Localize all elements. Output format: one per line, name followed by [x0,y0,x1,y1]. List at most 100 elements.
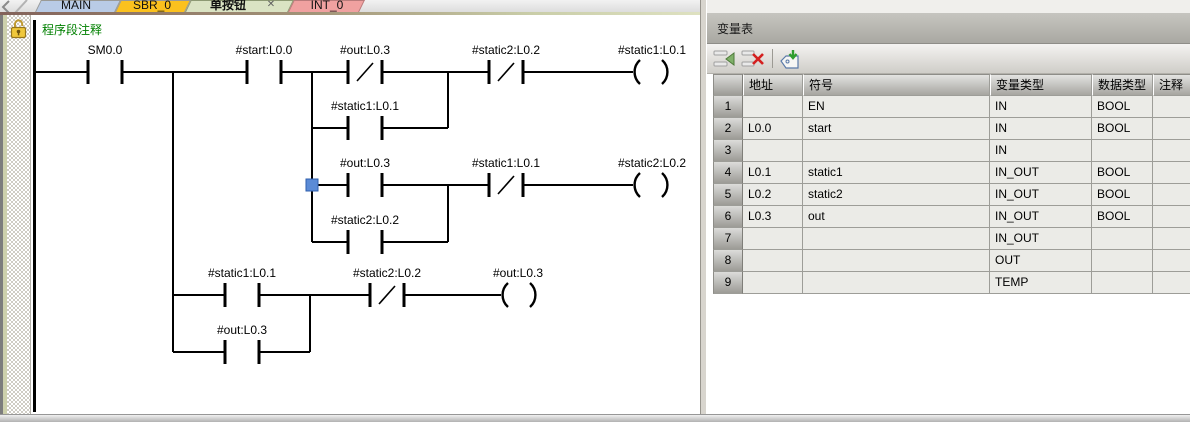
cell-var-type[interactable]: IN_OUT [990,228,1092,250]
coil-static1[interactable]: #static1:L0.1 [618,43,686,84]
cell-comment[interactable] [1153,250,1190,272]
create-tag-icon[interactable] [779,49,803,69]
tab-close-icon[interactable]: ✕ [263,0,279,12]
tab-int0-label[interactable]: INT_0 [297,0,357,12]
cell-comment[interactable] [1153,162,1190,184]
insert-row-icon[interactable] [713,49,737,69]
cell-data-type[interactable] [1092,272,1153,294]
cell-var-type[interactable]: IN_OUT [990,184,1092,206]
cell-data-type[interactable] [1092,250,1153,272]
plc-editor-window: MAIN SBR_0 单按钮 ✕ INT_0 程序段注释 [0,0,1190,422]
nc-contact-out-rung1[interactable]: #out:L0.3 [340,43,390,84]
contact-label: #static2:L0.2 [331,213,399,227]
row-number[interactable]: 5 [713,184,743,206]
contact-static2-branch2[interactable]: #static2:L0.2 [331,213,399,254]
cell-data-type[interactable] [1092,140,1153,162]
contact-out-branch3[interactable]: #out:L0.3 [217,323,267,364]
cell-var-type[interactable]: IN [990,96,1092,118]
tab-main-label[interactable]: MAIN [46,0,106,12]
col-header-data-type[interactable]: 数据类型 [1092,74,1153,96]
coil-label: #static1:L0.1 [618,43,686,57]
cell-data-type[interactable]: BOOL [1092,162,1153,184]
contact-out-rung2[interactable]: #out:L0.3 [340,156,390,197]
contact-static1-rung3[interactable]: #static1:L0.1 [208,266,276,307]
nav-back-icon[interactable] [0,0,30,12]
cell-symbol[interactable]: start [803,118,990,140]
coil-static2[interactable]: #static2:L0.2 [618,156,686,197]
coil-out[interactable]: #out:L0.3 [493,266,543,307]
cell-symbol[interactable]: static1 [803,162,990,184]
cell-address[interactable] [743,96,803,118]
cell-var-type[interactable]: IN_OUT [990,206,1092,228]
cell-symbol[interactable] [803,140,990,162]
table-row: 2 L0.0 start IN BOOL [713,118,1190,140]
cell-var-type[interactable]: IN [990,118,1092,140]
cell-var-type[interactable]: IN [990,140,1092,162]
cell-var-type[interactable]: IN_OUT [990,162,1092,184]
variable-table-toolbar [707,44,1190,74]
cell-data-type[interactable]: BOOL [1092,184,1153,206]
cell-address[interactable]: L0.0 [743,118,803,140]
cell-address[interactable] [743,228,803,250]
cell-symbol[interactable]: EN [803,96,990,118]
cell-address[interactable]: L0.1 [743,162,803,184]
cell-comment[interactable] [1153,272,1190,294]
cell-var-type[interactable]: TEMP [990,272,1092,294]
contact-label: #static1:L0.1 [331,99,399,113]
program-tab-bar: MAIN SBR_0 单按钮 ✕ INT_0 [0,0,707,12]
row-number[interactable]: 8 [713,250,743,272]
row-number[interactable]: 4 [713,162,743,184]
panel-splitter[interactable] [700,0,707,422]
cell-comment[interactable] [1153,184,1190,206]
contact-start[interactable]: #start:L0.0 [236,43,293,84]
cell-comment[interactable] [1153,118,1190,140]
cell-comment[interactable] [1153,206,1190,228]
row-number[interactable]: 3 [713,140,743,162]
row-number[interactable]: 7 [713,228,743,250]
col-header-var-type[interactable]: 变量类型 [990,74,1092,96]
cell-data-type[interactable]: BOOL [1092,206,1153,228]
cell-address[interactable] [743,272,803,294]
row-number[interactable]: 9 [713,272,743,294]
cell-data-type[interactable]: BOOL [1092,118,1153,140]
col-header-symbol[interactable]: 符号 [803,74,990,96]
coil-label: #static2:L0.2 [618,156,686,170]
corner-header-cell[interactable] [713,74,743,96]
nc-contact-static2-rung1[interactable]: #static2:L0.2 [472,43,540,84]
contact-sm0-0[interactable]: SM0.0 [88,43,123,84]
cell-symbol[interactable]: out [803,206,990,228]
cell-symbol[interactable] [803,272,990,294]
cell-symbol[interactable] [803,250,990,272]
nc-contact-static2-rung3[interactable]: #static2:L0.2 [353,266,421,307]
cell-address[interactable]: L0.2 [743,184,803,206]
cell-data-type[interactable] [1092,228,1153,250]
tab-sbr0-label[interactable]: SBR_0 [122,0,182,12]
cell-comment[interactable] [1153,96,1190,118]
selection-cursor[interactable] [306,179,318,191]
cell-comment[interactable] [1153,228,1190,250]
cell-data-type[interactable]: BOOL [1092,96,1153,118]
cell-address[interactable] [743,250,803,272]
cell-var-type[interactable]: OUT [990,250,1092,272]
col-header-address[interactable]: 地址 [743,74,803,96]
row-number[interactable]: 6 [713,206,743,228]
cell-address[interactable] [743,140,803,162]
variable-table-titlebar: 变量表 [707,13,1190,44]
col-header-comment[interactable]: 注释 [1153,74,1190,96]
cell-address[interactable]: L0.3 [743,206,803,228]
row-number[interactable]: 1 [713,96,743,118]
table-row: 9 TEMP [713,272,1190,294]
cell-symbol[interactable] [803,228,990,250]
cell-comment[interactable] [1153,140,1190,162]
nc-contact-static1-rung2[interactable]: #static1:L0.1 [472,156,540,197]
table-row: 5 L0.2 static2 IN_OUT BOOL [713,184,1190,206]
horizontal-scrollbar[interactable] [0,414,1190,422]
cell-symbol[interactable]: static2 [803,184,990,206]
contact-static1-branch1[interactable]: #static1:L0.1 [331,99,399,140]
tab-danbutton-label[interactable]: 单按钮 [198,0,258,12]
row-number[interactable]: 2 [713,118,743,140]
contact-label: #static2:L0.2 [353,266,421,280]
panel-top-strip [707,0,1190,13]
table-row: 4 L0.1 static1 IN_OUT BOOL [713,162,1190,184]
delete-row-icon[interactable] [741,49,765,69]
